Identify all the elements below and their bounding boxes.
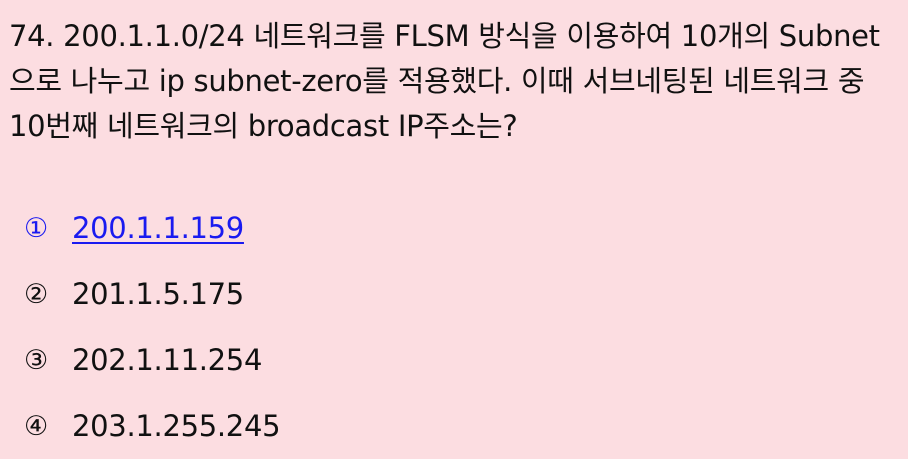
option-3-text: 202.1.11.254 bbox=[72, 343, 263, 377]
option-2[interactable]: ② 201.1.5.175 bbox=[24, 261, 280, 327]
question-text: 74. 200.1.1.0/24 네트워크를 FLSM 방식을 이용하여 10개… bbox=[9, 19, 880, 143]
answer-options: ① 200.1.1.159 ② 201.1.5.175 ③ 202.1.11.2… bbox=[24, 195, 281, 459]
option-4-marker: ④ bbox=[24, 410, 48, 442]
option-4-text: 203.1.255.245 bbox=[72, 409, 281, 443]
option-1[interactable]: ① 200.1.1.159 bbox=[24, 195, 280, 261]
option-2-text: 201.1.5.175 bbox=[72, 277, 244, 311]
option-3[interactable]: ③ 202.1.11.254 bbox=[24, 327, 280, 393]
option-2-marker: ② bbox=[24, 278, 48, 310]
option-1-link[interactable]: 200.1.1.159 bbox=[72, 211, 244, 245]
quiz-page: 74. 200.1.1.0/24 네트워크를 FLSM 방식을 이용하여 10개… bbox=[0, 0, 908, 450]
option-3-marker: ③ bbox=[24, 344, 48, 376]
option-1-marker: ① bbox=[24, 212, 48, 244]
option-4[interactable]: ④ 203.1.255.245 bbox=[24, 393, 281, 459]
